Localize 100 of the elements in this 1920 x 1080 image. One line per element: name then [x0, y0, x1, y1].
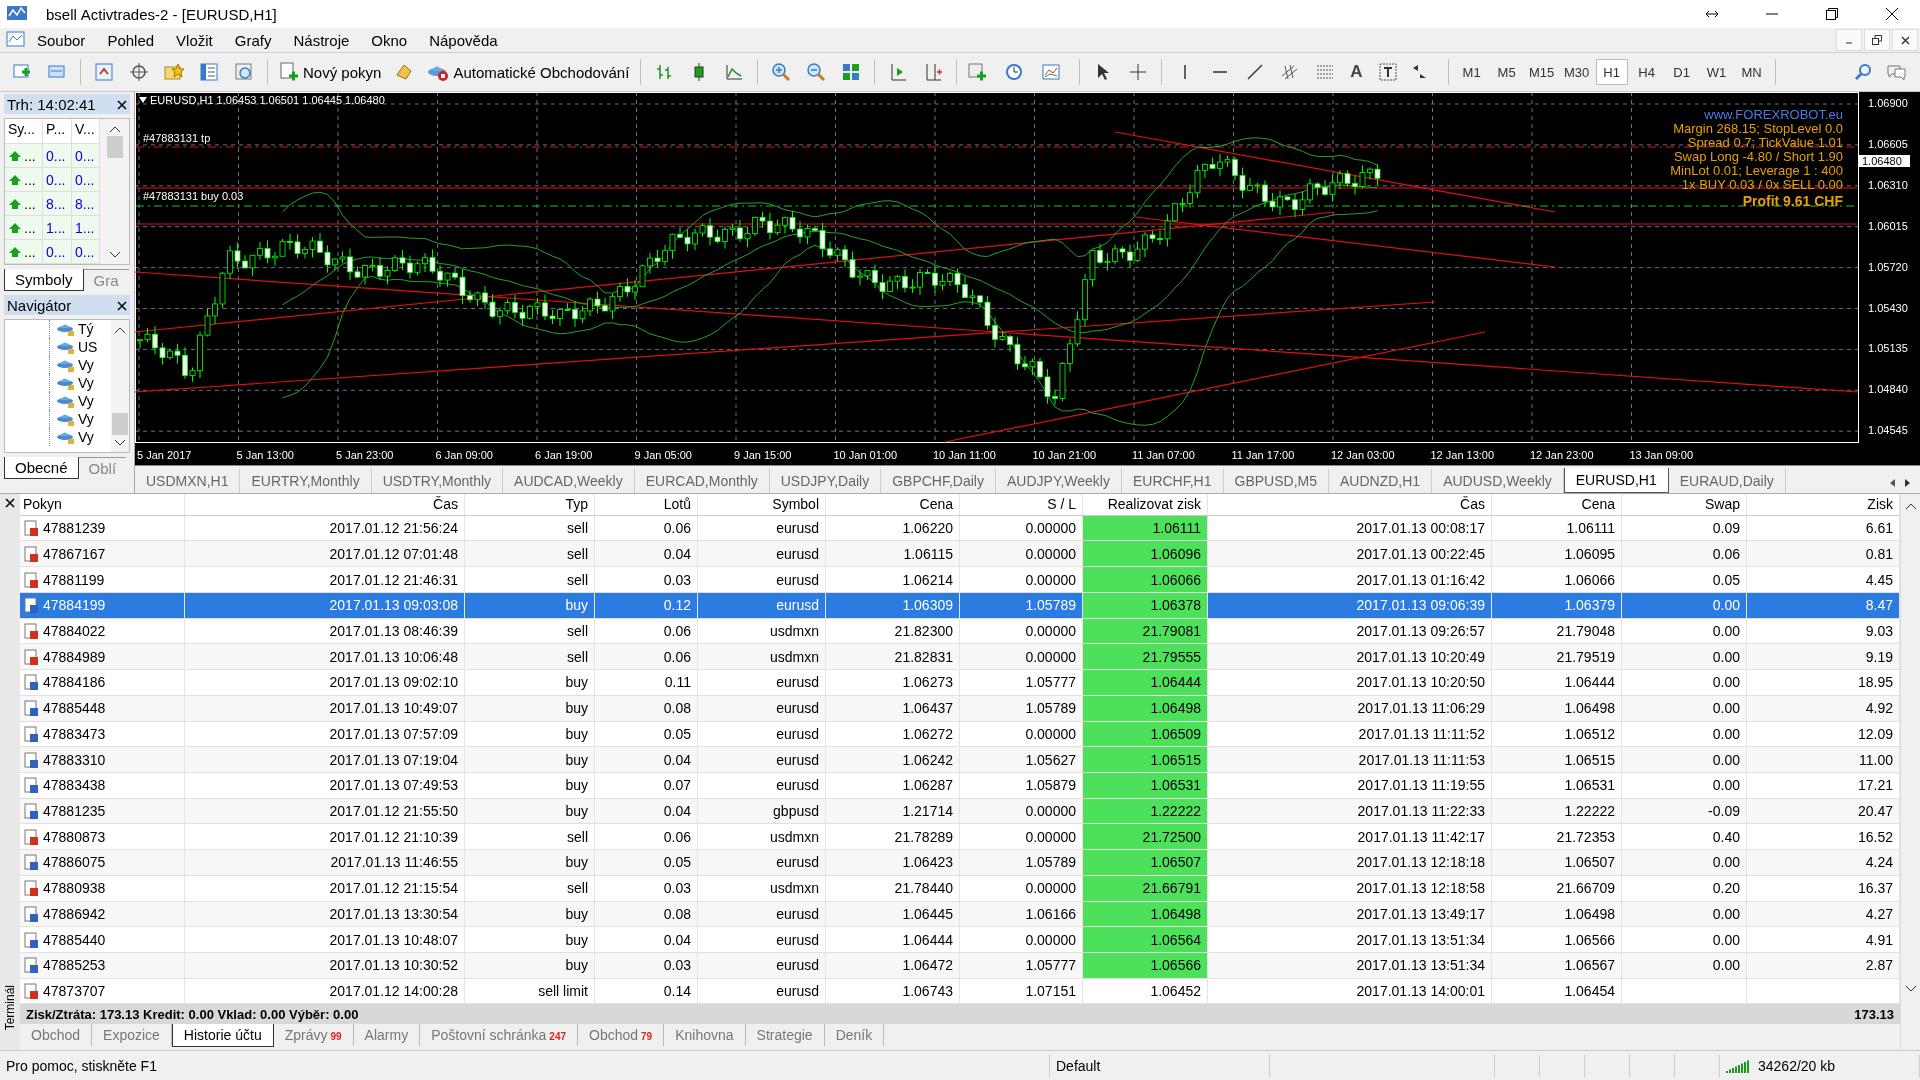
table-row[interactable]: 47880938 2017.01.12 21:15:54 sell 0.03 usdmxn 21.78440 0.00000 21.66791 2017.01.13 12:18:58 21.66709 0.20 16.37: [20, 875, 1900, 902]
table-row[interactable]: 47881235 2017.01.12 21:55:50 buy 0.04 gbpusd 1.21714 0.00000 1.22222 2017.01.13 11:22:33 1.22222 -0.09 20.47: [20, 798, 1900, 825]
terminal-tab[interactable]: Knihovna: [664, 1024, 746, 1047]
table-cell: eurusd: [698, 695, 826, 721]
table-row[interactable]: 47867167 2017.01.12 07:01:48 sell 0.04 eurusd 1.06115 0.00000 1.06096 2017.01.13 00:22:45 1.06095 0.06 0.81: [20, 541, 1900, 568]
terminal-tab[interactable]: Strategie: [745, 1024, 825, 1047]
terminal-tab[interactable]: Zprávy 99: [273, 1024, 354, 1047]
terminal-tab[interactable]: Historie účtu: [171, 1024, 274, 1048]
terminal-tab[interactable]: Poštovní schránka 247: [420, 1024, 578, 1047]
column-header[interactable]: Typ: [465, 494, 595, 515]
chart-tab[interactable]: USDJPY,Daily: [769, 469, 882, 493]
chart-tab[interactable]: AUDJPY,Weekly: [996, 469, 1122, 493]
table-cell: 1.06445: [826, 901, 960, 927]
terminal-tab[interactable]: Obchod 79: [578, 1024, 665, 1047]
panel-tab[interactable]: Obecné: [4, 457, 79, 479]
chart-tab[interactable]: AUDCAD,Weekly: [503, 469, 635, 493]
timeframe-button[interactable]: M1: [1455, 59, 1488, 85]
dropdown-icon[interactable]: [139, 97, 147, 103]
new-order-button[interactable]: Nový pokyn: [275, 58, 386, 86]
menu-item[interactable]: Pohled: [96, 29, 166, 51]
terminal-tab[interactable]: Alarmy: [353, 1024, 421, 1047]
autotrading-button[interactable]: Automatické Obchodování: [423, 58, 634, 86]
table-cell: 0.20: [1622, 875, 1747, 901]
terminal-tab[interactable]: Obchod: [20, 1024, 93, 1047]
chart-tab[interactable]: GBPUSD,M5: [1223, 469, 1329, 493]
chart-tab[interactable]: EURCAD,Monthly: [634, 469, 770, 493]
menu-item[interactable]: Okno: [360, 29, 419, 51]
terminal-tab[interactable]: Deník: [824, 1024, 885, 1047]
table-row[interactable]: 47885253 2017.01.13 10:30:52 buy 0.03 eurusd 1.06472 1.05777 1.06566 2017.01.13 13:51:34 1.06567 0.00 2.87: [20, 953, 1900, 979]
table-row[interactable]: 47885448 2017.01.13 10:49:07 buy 0.08 eurusd 1.06437 1.05789 1.06498 2017.01.13 11:06:29 1.06498 0.00 4.92: [20, 695, 1900, 722]
chart-tab[interactable]: EURTRY,Monthly: [240, 469, 372, 493]
price-label: 1.05135: [1868, 342, 1908, 355]
text-tool[interactable]: A: [1344, 62, 1369, 82]
chart-tab[interactable]: USDTRY,Monthly: [371, 469, 504, 493]
timeframe-button[interactable]: M5: [1490, 59, 1523, 85]
menu-item[interactable]: Grafy: [223, 29, 283, 51]
column-header[interactable]: Realizovat zisk: [1083, 494, 1208, 515]
chart-tab[interactable]: AUDUSD,Weekly: [1432, 469, 1564, 493]
close-icon[interactable]: [1892, 29, 1918, 51]
chart-tab[interactable]: EURUSD,H1: [1563, 468, 1669, 493]
table-cell: 1.06309: [826, 592, 960, 618]
table-row[interactable]: 47886075 2017.01.13 11:46:55 buy 0.05 eurusd 1.06423 1.05789 1.06507 2017.01.13 12:18:18 1.06507 0.00 4.24: [20, 850, 1900, 876]
chart-tab[interactable]: EURAUD,Daily: [1668, 469, 1786, 493]
table-row[interactable]: 47884186 2017.01.13 09:02:10 buy 0.11 eurusd 1.06273 1.05777 1.06444 2017.01.13 10:20:50 1.06444 0.00 18.95: [20, 670, 1900, 696]
table-cell: 47881199: [20, 567, 185, 592]
current-price-label: 1.06480: [1859, 155, 1910, 167]
table-cell: 2017.01.13 10:20:50: [1208, 670, 1492, 695]
time-label: 11 Jan 17:00: [1231, 449, 1295, 461]
cell-text: 1...: [75, 219, 95, 236]
table-row[interactable]: 47885440 2017.01.13 10:48:07 buy 0.04 eurusd 1.06444 0.00000 1.06564 2017.01.13 13:51:34 1.06566 0.00 4.91: [20, 927, 1900, 953]
table-cell: 0.00: [1622, 592, 1747, 618]
column-header[interactable]: Čas: [1208, 494, 1492, 515]
table-row[interactable]: 47884989 2017.01.13 10:06:48 sell 0.06 usdmxn 21.82831 0.00000 21.79555 2017.01.13 10:20:49 21.79519 0.00 9.19: [20, 644, 1900, 671]
scrollbar-thumb[interactable]: [112, 413, 128, 435]
column-header[interactable]: Čas: [185, 494, 465, 515]
cell-text: 8...: [46, 195, 66, 212]
column-header[interactable]: Lotů: [595, 494, 698, 515]
timeframe-button[interactable]: W1: [1700, 59, 1733, 85]
panel-tab[interactable]: Symboly: [4, 269, 84, 291]
column-header[interactable]: Symbol: [698, 494, 826, 515]
table-cell: 2017.01.13 11:46:55: [185, 850, 465, 875]
website-link[interactable]: www.FOREXROBOT.eu: [1704, 108, 1843, 122]
timeframe-button[interactable]: D1: [1665, 59, 1698, 85]
scrollbar-thumb[interactable]: [106, 136, 123, 158]
profit-text: Profit 9.61 CHF: [1742, 192, 1843, 210]
timeframe-button[interactable]: H4: [1630, 59, 1663, 85]
column-header[interactable]: Swap: [1622, 494, 1747, 515]
chart-tab[interactable]: GBPCHF,Daily: [881, 469, 996, 493]
panel-title: Navigátor: [7, 296, 72, 314]
column-header[interactable]: Cena: [1492, 494, 1622, 515]
table-cell: 21.82300: [826, 618, 960, 644]
chart-tab[interactable]: AUDNZD,H1: [1329, 469, 1433, 493]
menu-item[interactable]: Nástroje: [282, 29, 361, 51]
chart-tab[interactable]: EURCHF,H1: [1121, 469, 1224, 493]
table-cell: 2017.01.13 10:48:07: [185, 927, 465, 952]
table-cell: 1.06452: [1083, 978, 1208, 1004]
timeframe-button[interactable]: H1: [1595, 59, 1628, 85]
table-row[interactable]: 47883438 2017.01.13 07:49:53 buy 0.07 eurusd 1.06287 1.05879 1.06531 2017.01.13 11:19:55 1.06531 0.00 17.21: [20, 772, 1900, 799]
timeframe-button[interactable]: MN: [1735, 59, 1768, 85]
table-cell: 0.00: [1622, 927, 1747, 952]
table-row[interactable]: 47883310 2017.01.13 07:19:04 buy 0.04 eurusd 1.06242 1.05627 1.06515 2017.01.13 11:11:53 1.06515 0.00 11.00: [20, 747, 1900, 773]
time-label: 5 Jan 2017: [137, 449, 192, 461]
column-header[interactable]: Cena: [826, 494, 960, 515]
column-header[interactable]: Pokyn: [20, 494, 185, 515]
menu-item[interactable]: Nápověda: [418, 29, 509, 51]
column-header[interactable]: S / L: [960, 494, 1083, 515]
timeframe-button[interactable]: M30: [1560, 59, 1593, 85]
table-cell: 2017.01.13 11:11:52: [1208, 721, 1492, 747]
menu-item[interactable]: Vložit: [165, 29, 224, 51]
timeframe-button[interactable]: M15: [1525, 59, 1558, 85]
table-cell: 0.05: [1622, 567, 1747, 592]
table-cell: 1.06566: [1083, 953, 1208, 978]
restore-icon[interactable]: [1864, 29, 1890, 51]
chart-tab[interactable]: USDMXN,H1: [135, 469, 241, 493]
table-cell: 1.06531: [1083, 772, 1208, 798]
terminal-tab[interactable]: Expozice: [92, 1024, 172, 1047]
menu-item[interactable]: Soubor: [26, 29, 97, 51]
table-row[interactable]: 47884199 2017.01.13 09:03:08 buy 0.12 eurusd 1.06309 1.05789 1.06378 2017.01.13 09:06:39 1.06379 0.00 8.47: [20, 592, 1900, 619]
table-row[interactable]: 47881199 2017.01.12 21:46:31 sell 0.03 eurusd 1.06214 0.00000 1.06066 2017.01.13 01:16:42 1.06066 0.05 4.45: [20, 567, 1900, 593]
table-row[interactable]: 47886942 2017.01.13 13:30:54 buy 0.08 eurusd 1.06445 1.06166 1.06498 2017.01.13 13:49:17 1.06498 0.00 4.27: [20, 901, 1900, 928]
